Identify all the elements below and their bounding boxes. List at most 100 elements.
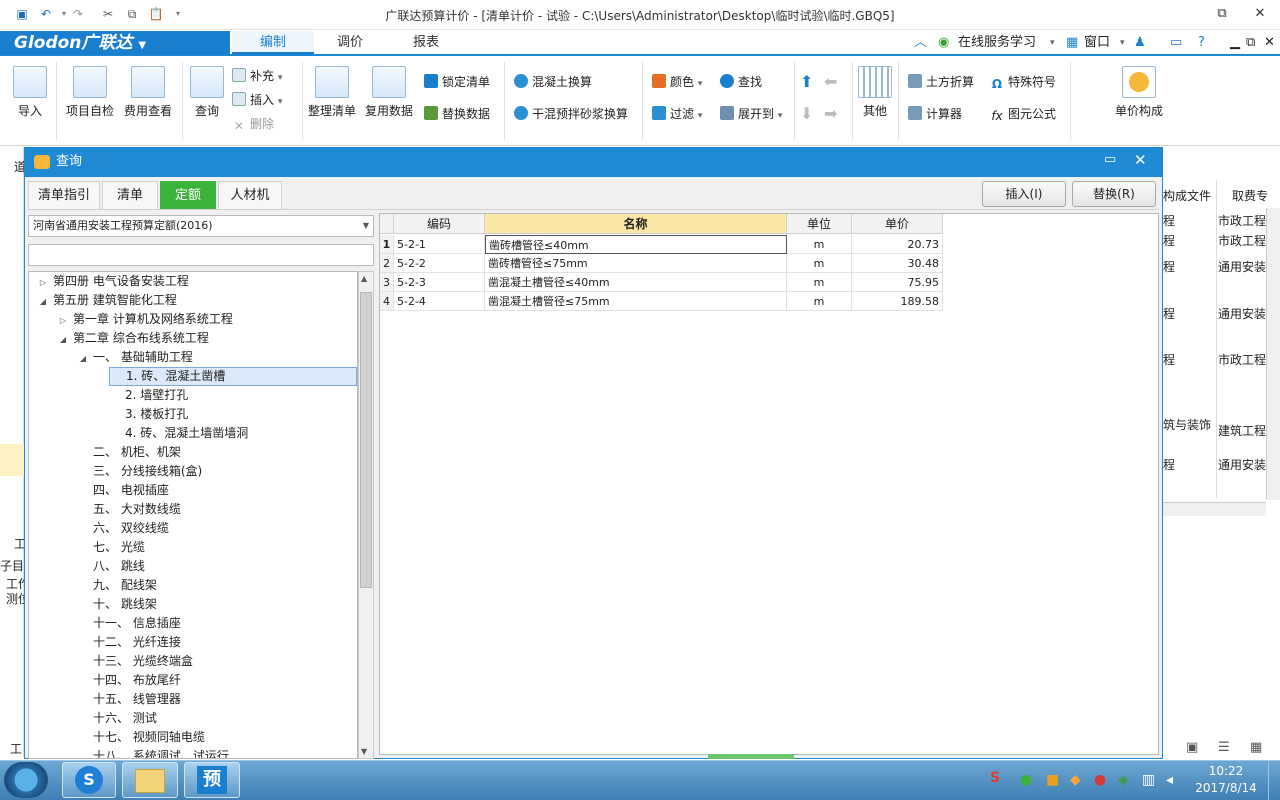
- tab-list[interactable]: 清单: [102, 181, 158, 209]
- bg-vertical-scrollbar[interactable]: [1266, 208, 1280, 500]
- tray-icon[interactable]: ◆: [1070, 772, 1081, 788]
- taskbar-app-budget[interactable]: 预: [184, 762, 240, 798]
- grid-corner[interactable]: [380, 214, 394, 234]
- code-cell[interactable]: 5-2-4: [394, 292, 485, 311]
- earthwork-convert-button[interactable]: 土方折算: [908, 72, 974, 92]
- tree-node[interactable]: 十二、 光纤连接: [77, 633, 181, 652]
- tree-node[interactable]: ▷ 第一章 计算机及网络系统工程: [57, 310, 233, 329]
- tree-node[interactable]: ▷ 第四册 电气设备安装工程: [37, 272, 189, 291]
- tree-node[interactable]: ◢ 第二章 综合布线系统工程: [57, 329, 209, 348]
- collapse-arrow-icon[interactable]: ◢: [57, 330, 69, 349]
- tab-labor-material-machine[interactable]: 人材机: [218, 181, 282, 209]
- tree-node[interactable]: 六、 双绞线缆: [77, 519, 169, 538]
- collapse-arrow-icon[interactable]: ◢: [77, 349, 89, 368]
- tree-node[interactable]: 八、 跳线: [77, 557, 145, 576]
- unit-cell[interactable]: m: [787, 235, 852, 254]
- tree-node[interactable]: 九、 配线架: [77, 576, 157, 595]
- shield-icon[interactable]: ◈: [1118, 772, 1129, 788]
- window-dropdown-icon[interactable]: ▾: [1120, 33, 1125, 53]
- scroll-down-icon[interactable]: ▼: [361, 747, 367, 756]
- tree-node[interactable]: 4. 砖、混凝土墙凿墙洞: [109, 424, 248, 443]
- app-menu-logo[interactable]: Glodon广联达 ▼: [0, 31, 230, 55]
- redo-icon[interactable]: ↷: [70, 6, 86, 22]
- name-cell[interactable]: 凿砖槽管径≤75mm: [485, 254, 787, 273]
- taskbar-app-sogou[interactable]: S: [62, 762, 116, 798]
- price-cell[interactable]: 30.48: [852, 254, 943, 273]
- row-number[interactable]: 1: [380, 235, 394, 254]
- header-price[interactable]: 单价: [852, 214, 943, 234]
- dialog-close-icon[interactable]: ✕: [1134, 151, 1147, 169]
- expand-arrow-icon[interactable]: ▷: [57, 311, 69, 330]
- online-dropdown-icon[interactable]: ▾: [1050, 33, 1055, 53]
- collapse-arrow-icon[interactable]: ◢: [37, 292, 49, 311]
- mortar-convert-button[interactable]: 干混预拌砂浆换算: [514, 104, 628, 124]
- concrete-convert-button[interactable]: 混凝土换算: [514, 72, 592, 92]
- tree-node[interactable]: 2. 墙壁打孔: [109, 386, 188, 405]
- price-cell[interactable]: 75.95: [852, 273, 943, 292]
- unit-cell[interactable]: m: [787, 254, 852, 273]
- insert-button[interactable]: 插入 ▾: [232, 90, 282, 110]
- splitter-handle[interactable]: [708, 754, 794, 759]
- tree-vertical-scrollbar[interactable]: ▲ ▼: [358, 271, 374, 759]
- copy-icon[interactable]: ⧉: [124, 6, 140, 22]
- online-service-link[interactable]: 在线服务学习: [958, 33, 1036, 53]
- code-cell[interactable]: 5-2-1: [394, 235, 485, 254]
- price-cell[interactable]: 189.58: [852, 292, 943, 311]
- tray-icon[interactable]: ●: [1094, 772, 1106, 788]
- tab-reports[interactable]: 报表: [390, 31, 462, 55]
- bg-horizontal-scrollbar[interactable]: [1163, 502, 1266, 516]
- quick-access-dropdown-icon[interactable]: ▾: [170, 6, 186, 22]
- supplement-button[interactable]: 补充 ▾: [232, 66, 282, 86]
- import-button[interactable]: 导入: [8, 66, 52, 119]
- wechat-tray-icon[interactable]: ●: [1020, 772, 1032, 788]
- online-service-icon[interactable]: ◉: [938, 33, 949, 53]
- fee-view-button[interactable]: 费用查看: [120, 66, 176, 119]
- lock-list-button[interactable]: 锁定清单: [424, 72, 490, 92]
- name-cell[interactable]: 凿混凝土槽管径≤40mm: [485, 273, 787, 292]
- clock-time[interactable]: 10:22: [1196, 764, 1256, 778]
- code-cell[interactable]: 5-2-3: [394, 273, 485, 292]
- expand-arrow-icon[interactable]: ▷: [37, 273, 49, 292]
- tree-node[interactable]: 五、 大对数线缆: [77, 500, 181, 519]
- other-button[interactable]: 其他: [856, 66, 894, 119]
- cut-icon[interactable]: ✂: [100, 6, 116, 22]
- organize-list-button[interactable]: 整理清单: [306, 66, 358, 119]
- move-down-icon[interactable]: ⬇: [800, 104, 813, 123]
- move-up-icon[interactable]: ⬆: [800, 72, 813, 91]
- window-grid-icon[interactable]: ▦: [1066, 33, 1078, 53]
- row-number[interactable]: 3: [380, 273, 394, 292]
- reuse-data-button[interactable]: 复用数据: [362, 66, 416, 119]
- tree-node[interactable]: 十、 跳线架: [77, 595, 157, 614]
- unit-price-composition-button[interactable]: 单价构成: [1110, 66, 1168, 119]
- expand-to-button[interactable]: 展开到 ▾: [720, 104, 782, 124]
- tab-edit[interactable]: 编制: [232, 31, 314, 55]
- tree-node[interactable]: 3. 楼板打孔: [109, 405, 188, 424]
- unit-cell[interactable]: m: [787, 292, 852, 311]
- self-check-button[interactable]: 项目自检: [62, 66, 118, 119]
- tab-adjust-price[interactable]: 调价: [314, 31, 386, 55]
- minimize-doc-icon[interactable]: ▁: [1230, 33, 1240, 53]
- window-menu[interactable]: 窗口: [1084, 33, 1110, 53]
- tab-list-guide[interactable]: 清单指引: [28, 181, 100, 209]
- bg-grid-icon[interactable]: ▦: [1250, 740, 1262, 755]
- code-cell[interactable]: 5-2-2: [394, 254, 485, 273]
- network-icon[interactable]: ▥: [1142, 772, 1155, 788]
- quota-library-select[interactable]: 河南省通用安装工程预算定额(2016) ▼: [28, 215, 374, 237]
- taskbar-app-explorer[interactable]: [122, 762, 178, 798]
- restore-doc-icon[interactable]: ⧉: [1246, 33, 1255, 53]
- volume-icon[interactable]: ◂: [1166, 772, 1173, 788]
- query-button[interactable]: 查询: [188, 66, 226, 119]
- insert-button[interactable]: 插入(I): [982, 181, 1066, 207]
- bg-view-icon[interactable]: ▣: [1186, 740, 1198, 755]
- name-cell[interactable]: 凿砖槽管径≤40mm: [485, 235, 787, 254]
- tree-search-input[interactable]: [28, 244, 374, 266]
- tree-node[interactable]: 1. 砖、混凝土凿槽: [109, 367, 357, 386]
- close-window-icon[interactable]: ✕: [1248, 4, 1272, 24]
- move-right-icon[interactable]: ➡: [824, 104, 837, 123]
- name-cell[interactable]: 凿混凝土槽管径≤75mm: [485, 292, 787, 311]
- color-button[interactable]: 颜色 ▾: [652, 72, 702, 92]
- tree-node[interactable]: ◢ 第五册 建筑智能化工程: [37, 291, 177, 310]
- scroll-thumb[interactable]: [360, 292, 372, 588]
- tree-node[interactable]: 四、 电视插座: [77, 481, 169, 500]
- row-number[interactable]: 2: [380, 254, 394, 273]
